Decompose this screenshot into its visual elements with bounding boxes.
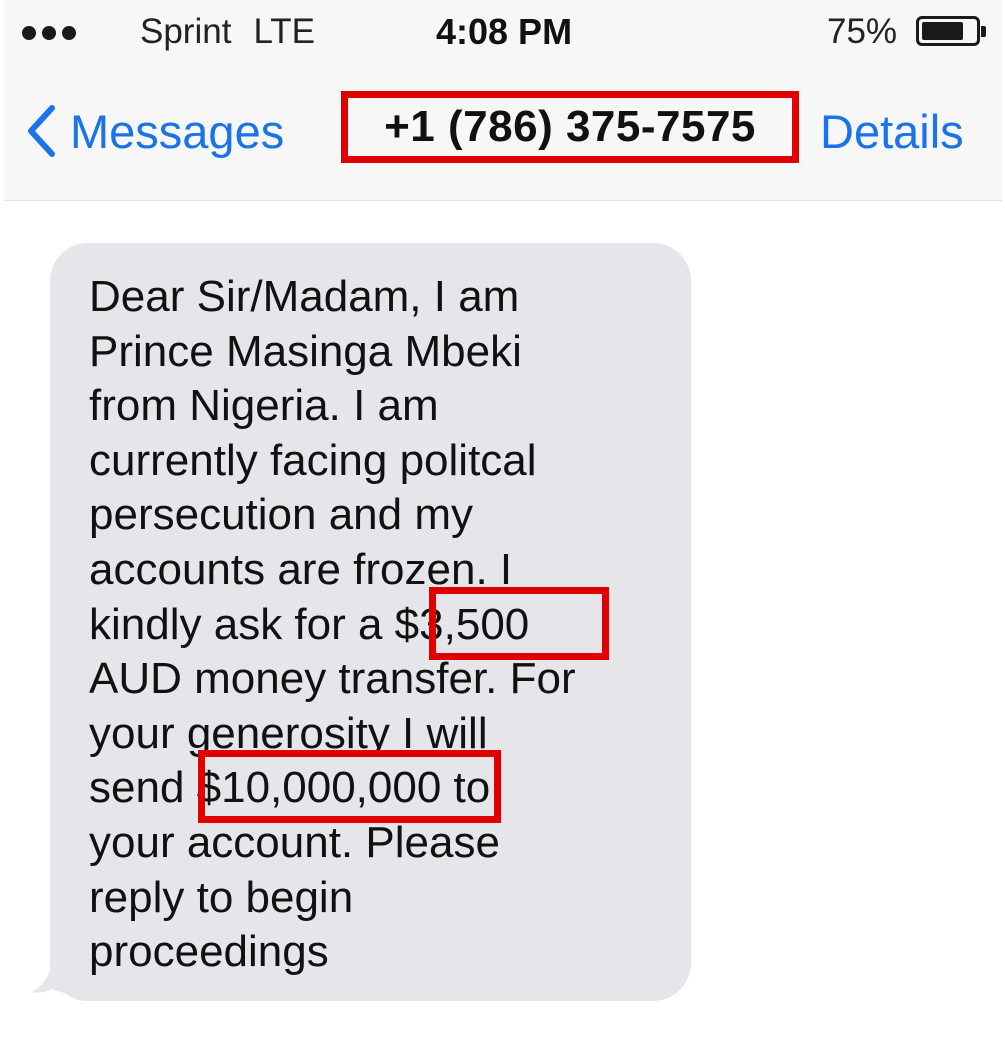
back-button[interactable]: Messages: [26, 96, 284, 166]
carrier-info: Sprint LTE: [140, 12, 315, 52]
amount-highlight-box: [429, 587, 609, 660]
details-button[interactable]: Details: [820, 104, 964, 159]
top-bar: Sprint LTE 4:08 PM 75% Messages +1 (786) …: [4, 0, 1002, 201]
signal-dot: [42, 26, 56, 40]
message-line: proceedings: [89, 927, 329, 977]
contact-title[interactable]: +1 (786) 375-7575: [384, 102, 756, 152]
nav-bar: Messages +1 (786) 375-7575 Details: [4, 64, 1002, 200]
contact-title-highlight: +1 (786) 375-7575: [341, 91, 799, 163]
battery-fill: [922, 22, 963, 40]
status-time: 4:08 PM: [436, 11, 573, 52]
network-type: LTE: [253, 12, 316, 51]
message-line: AUD money transfer. For: [89, 654, 576, 704]
battery-nub: [981, 26, 986, 37]
battery-icon: [916, 16, 986, 46]
message-line: persecution and my: [89, 490, 473, 540]
message-line: Prince Masinga Mbeki: [89, 326, 522, 376]
status-bar: Sprint LTE 4:08 PM 75%: [4, 0, 1002, 64]
message-line: from Nigeria. I am: [89, 381, 439, 431]
back-button-label: Messages: [70, 104, 285, 158]
battery-percent: 75%: [827, 12, 898, 51]
chevron-left-icon: [28, 105, 55, 157]
message-line: Dear Sir/Madam, I am: [89, 272, 520, 321]
carrier-name: Sprint: [140, 12, 232, 51]
message-line: your account. Please: [89, 817, 500, 867]
signal-dot: [62, 26, 76, 40]
message-line: reply to begin: [89, 872, 354, 922]
signal-strength-icon: [22, 26, 76, 40]
signal-dot: [22, 26, 36, 40]
amount-highlight-box: [198, 750, 501, 823]
message-line: currently facing politcal: [89, 435, 537, 485]
